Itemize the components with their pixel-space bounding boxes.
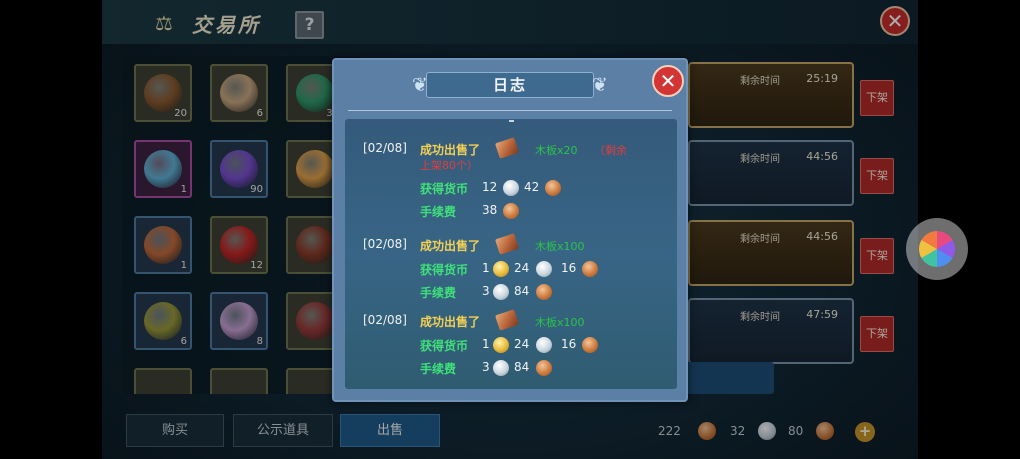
earned-silver: 24 bbox=[514, 261, 530, 275]
earned-bronze: 16 bbox=[561, 337, 577, 351]
header-divider bbox=[348, 110, 672, 111]
scroll-indicator bbox=[509, 120, 514, 122]
earned-bronze: 42 bbox=[524, 180, 540, 194]
plank-icon bbox=[495, 233, 519, 255]
silver-coin-icon bbox=[536, 337, 552, 353]
fee-bronze: 38 bbox=[482, 203, 498, 217]
fee-label: 手续费 bbox=[420, 362, 457, 376]
silver-coin-icon bbox=[536, 261, 552, 277]
earned-silver: 24 bbox=[514, 337, 530, 351]
close-log-button[interactable]: ✕ bbox=[652, 65, 684, 97]
log-title: 日志 bbox=[492, 76, 527, 94]
log-dialog-header: ❦ 日志 ❦ ✕ bbox=[334, 60, 686, 112]
bronze-coin-icon bbox=[536, 360, 552, 376]
fee-bronze: 84 bbox=[514, 360, 530, 374]
log-entry: [02/08] 成功出售了 木板x20 （剩余 上架80个） 获得货币 12 4… bbox=[363, 137, 663, 219]
silver-coin-icon bbox=[503, 180, 519, 196]
bronze-coin-icon bbox=[503, 203, 519, 219]
bronze-coin-icon bbox=[582, 261, 598, 277]
gold-coin-icon bbox=[493, 261, 509, 277]
entry-item-text: 木板x20 bbox=[535, 144, 578, 157]
log-dialog: ❦ 日志 ❦ ✕ [02/08] 成功出售了 木板x20 （剩余 上架80个） … bbox=[332, 58, 688, 402]
earned-label: 获得货币 bbox=[420, 263, 469, 277]
entry-date: [02/08] bbox=[363, 237, 407, 251]
assistive-flower-icon bbox=[919, 231, 955, 267]
entry-remaining-text: （剩余 bbox=[594, 144, 627, 157]
earned-label: 获得货币 bbox=[420, 339, 469, 353]
gold-coin-icon bbox=[493, 337, 509, 353]
earned-label: 获得货币 bbox=[420, 182, 469, 196]
earned-silver: 12 bbox=[482, 180, 498, 194]
fee-bronze: 84 bbox=[514, 284, 530, 298]
log-title-plate: 日志 bbox=[426, 72, 594, 98]
plank-icon bbox=[495, 309, 519, 331]
bronze-coin-icon bbox=[545, 180, 561, 196]
entry-item-text: 木板x100 bbox=[535, 316, 585, 329]
fee-label: 手续费 bbox=[420, 205, 457, 219]
entry-sold-label: 成功出售了 bbox=[420, 239, 481, 253]
entry-item-text: 木板x100 bbox=[535, 240, 585, 253]
ornament-right-icon: ❦ bbox=[592, 74, 608, 96]
log-entry: [02/08] 成功出售了 木板x100 获得货币 1 24 16 手续费 3 … bbox=[363, 233, 663, 300]
bronze-coin-icon bbox=[536, 284, 552, 300]
earned-gold: 1 bbox=[482, 337, 490, 351]
silver-coin-icon bbox=[493, 284, 509, 300]
left-letterbox bbox=[0, 0, 102, 459]
assistive-touch-button[interactable] bbox=[906, 218, 968, 280]
entry-sold-label: 成功出售了 bbox=[420, 315, 481, 329]
earned-bronze: 16 bbox=[561, 261, 577, 275]
entry-date: [02/08] bbox=[363, 313, 407, 327]
plank-icon bbox=[495, 137, 519, 159]
entry-sold-label: 成功出售了 bbox=[420, 143, 481, 157]
log-entry: [02/08] 成功出售了 木板x100 获得货币 1 24 16 手续费 3 … bbox=[363, 309, 663, 376]
fee-silver: 3 bbox=[482, 360, 490, 374]
entry-remaining-text-2: 上架80个） bbox=[420, 159, 478, 172]
silver-coin-icon bbox=[493, 360, 509, 376]
log-list[interactable]: [02/08] 成功出售了 木板x20 （剩余 上架80个） 获得货币 12 4… bbox=[344, 118, 678, 390]
fee-silver: 3 bbox=[482, 284, 490, 298]
fee-label: 手续费 bbox=[420, 286, 457, 300]
bronze-coin-icon bbox=[582, 337, 598, 353]
earned-gold: 1 bbox=[482, 261, 490, 275]
entry-date: [02/08] bbox=[363, 141, 407, 155]
